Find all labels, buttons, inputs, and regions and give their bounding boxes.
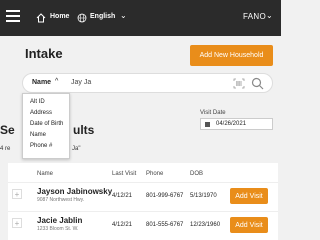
household-name[interactable]: Jacie Jablin: [37, 216, 82, 225]
barcode-scan-icon[interactable]: [233, 78, 245, 89]
column-header-last-visit[interactable]: Last Visit: [112, 171, 136, 177]
add-visit-button[interactable]: Add Visit: [230, 217, 268, 233]
last-visit: 4/12/21: [112, 193, 133, 199]
organization-selector[interactable]: FANO: [243, 12, 266, 21]
home-link[interactable]: Home: [50, 13, 69, 20]
household-address: 1233 Bloom St. W.: [37, 226, 79, 232]
table-row: + Jayson Jabinowsky 9087 Northwest Hwy. …: [8, 182, 278, 208]
results-table: Name Last Visit Phone DOB + Jayson Jabin…: [8, 163, 278, 240]
household-address: 9087 Northwest Hwy.: [37, 197, 85, 203]
search-bar: Name ^ Jay Ja: [22, 73, 273, 93]
top-navigation-bar: Home English ⌄ FANO ⌄: [0, 0, 281, 36]
results-count-query: Ja": [72, 146, 81, 152]
visit-date-label: Visit Date: [200, 110, 226, 116]
hamburger-menu-icon[interactable]: [6, 10, 20, 22]
dropdown-option-date-of-birth[interactable]: Date of Birth: [23, 118, 69, 129]
expand-row-plus-icon[interactable]: +: [12, 218, 22, 228]
last-visit: 4/12/21: [112, 222, 133, 228]
visit-date-value: 04/26/2021: [216, 121, 247, 127]
column-header-phone[interactable]: Phone: [146, 171, 163, 177]
table-row: + Jacie Jablin 1233 Bloom St. W. 4/12/21…: [8, 211, 278, 237]
dropdown-option-phone[interactable]: Phone #: [23, 140, 69, 151]
home-icon[interactable]: [36, 13, 46, 23]
dob: 5/13/1970: [190, 193, 217, 199]
chevron-up-icon[interactable]: ^: [55, 78, 58, 85]
search-field-select[interactable]: Name: [32, 79, 51, 86]
results-count: 4 re: [0, 146, 11, 152]
calendar-icon: [205, 122, 210, 127]
add-visit-button[interactable]: Add Visit: [230, 188, 268, 204]
page-title: Intake: [25, 46, 63, 61]
column-header-name[interactable]: Name: [37, 171, 53, 177]
chevron-down-icon[interactable]: ⌄: [266, 11, 273, 20]
dropdown-option-name[interactable]: Name: [23, 129, 69, 140]
dob: 12/23/1960: [190, 222, 221, 228]
household-name[interactable]: Jayson Jabinowsky: [37, 187, 112, 196]
language-selector[interactable]: English: [90, 13, 115, 20]
globe-icon: [77, 13, 87, 23]
search-field-dropdown: Alt ID Address Date of Birth Name Phone …: [22, 93, 70, 159]
chevron-down-icon[interactable]: ⌄: [120, 11, 127, 20]
expand-row-plus-icon[interactable]: +: [12, 189, 22, 199]
dropdown-option-address[interactable]: Address: [23, 107, 69, 118]
visit-date-field[interactable]: 04/26/2021: [200, 118, 273, 130]
search-icon[interactable]: [251, 77, 264, 90]
add-new-household-button[interactable]: Add New Household: [190, 45, 273, 66]
search-input[interactable]: Jay Ja: [71, 79, 91, 86]
phone: 801-999-6767: [146, 193, 184, 199]
phone: 801-555-6767: [146, 222, 184, 228]
dropdown-option-alt-id[interactable]: Alt ID: [23, 96, 69, 107]
column-header-dob[interactable]: DOB: [190, 171, 203, 177]
